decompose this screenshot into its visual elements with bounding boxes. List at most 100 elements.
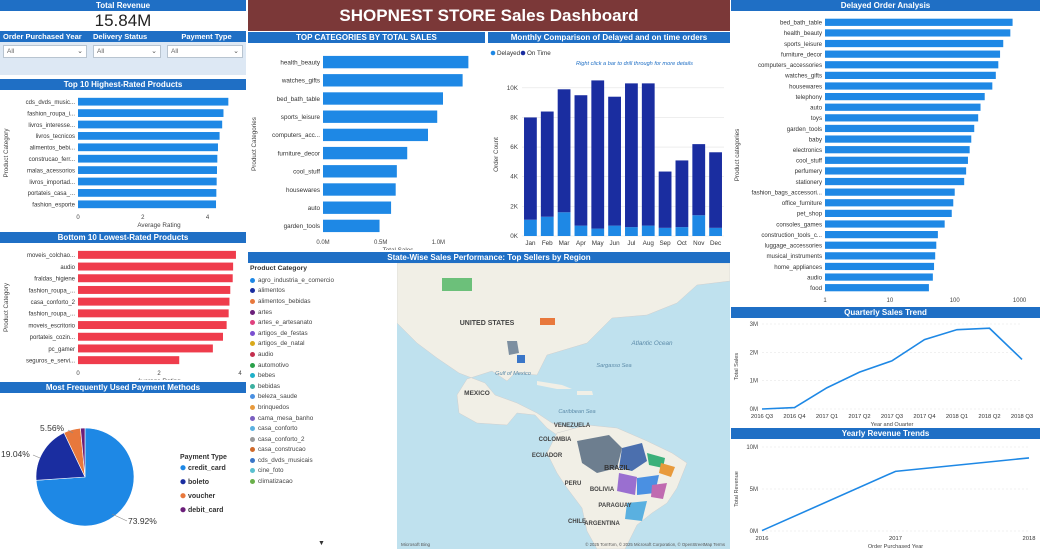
bar (825, 284, 929, 292)
map-label: BOLIVIA (590, 487, 615, 493)
y-tick-label: 2M (750, 350, 758, 356)
category-label: garden_tools (284, 223, 320, 230)
bar (825, 156, 968, 164)
bar-delayed (625, 227, 638, 236)
map-label: ECUADOR (532, 453, 563, 459)
map-legend-item[interactable]: climatizacao (250, 476, 392, 487)
category-label: fashion_esporte (32, 203, 75, 209)
legend-label: alimentos (258, 287, 285, 295)
map-legend-item[interactable]: casa_construcao (250, 445, 392, 456)
delivery-status-select[interactable]: All ⌄ (93, 45, 161, 58)
category-label: furniture_decor (781, 51, 822, 58)
map-legend-item[interactable]: bebidas (250, 381, 392, 392)
legend-label: casa_conforto_2 (258, 435, 305, 443)
bar-delayed (658, 227, 672, 236)
bar (78, 97, 229, 106)
bar (78, 321, 227, 330)
map-legend-item[interactable]: artes_e_artesanato (250, 317, 392, 328)
map-legend-item[interactable]: agro_industria_e_comercio (250, 275, 392, 286)
bar-on-time (608, 96, 621, 226)
bar (78, 356, 180, 365)
state-sales-map-panel: State-Wise Sales Performance: Top Seller… (248, 252, 730, 549)
bar (825, 93, 985, 101)
category-label: fashion_bags_accessori... (752, 189, 823, 196)
legend-dot (250, 362, 255, 368)
select-value: All (171, 48, 179, 55)
bar (78, 132, 220, 140)
quarterly-sales-panel: Quarterly Sales Trend 0M 1M 2M 3M 2016 Q3 201… (731, 307, 1040, 426)
select-value: All (97, 48, 105, 55)
legend-dot (250, 426, 255, 432)
x-tick-label: Mar (559, 240, 570, 247)
legend-label: agro_industria_e_comercio (258, 276, 334, 284)
category-label: audio (807, 274, 823, 281)
monthly-comparison-panel: Monthly Comparison of Delayed and on tim… (488, 32, 730, 250)
map-legend-item[interactable]: cama_mesa_banho (250, 413, 392, 424)
x-tick-label: 2016 Q4 (783, 414, 806, 420)
legend-dot (250, 468, 255, 474)
dashboard-title-banner: SHOPNEST STORE Sales Dashboard (248, 0, 730, 31)
tick-label: 1 (823, 298, 827, 304)
map-legend-item[interactable]: casa_conforto_2 (250, 434, 392, 445)
map-canvas[interactable]: UNITED STATES MEXICO BRAZIL PERU BOLIVIA VENE… (397, 263, 730, 549)
payment-methods-title: Most Frequently Used Payment Methods (0, 382, 246, 393)
legend-dot (250, 479, 255, 485)
legend-label: bebes (258, 372, 276, 380)
bar (825, 61, 999, 69)
x-tick-label: 2016 (756, 536, 769, 542)
map-legend-item[interactable]: beleza_saude (250, 392, 392, 403)
map-legend-item[interactable]: casa_conforto (250, 423, 392, 434)
legend-dot (250, 341, 255, 347)
legend-label: voucher (188, 493, 216, 500)
bar (825, 273, 933, 281)
map-legend-item[interactable]: alimentos (250, 286, 392, 297)
y-tick-label: 0M (750, 529, 758, 535)
bar (825, 241, 937, 249)
top-categories-title: TOP CATEGORIES BY TOTAL SALES (248, 32, 485, 43)
map-legend-item[interactable]: audio (250, 349, 392, 360)
bar (323, 92, 443, 105)
x-axis-label: Total Sales (383, 247, 414, 250)
map-legend-item[interactable]: brinquedos (250, 402, 392, 413)
category-label: watches_gifts (281, 78, 320, 85)
category-label: housewares (789, 83, 822, 90)
bar (825, 188, 955, 196)
bar (78, 309, 229, 318)
legend-scroll-down-icon[interactable]: ▼ (318, 540, 325, 547)
tick-label: 0 (76, 371, 80, 377)
bar (78, 344, 213, 353)
bar (825, 177, 965, 186)
legend-dot (180, 493, 186, 499)
category-label: stationery (796, 179, 823, 186)
category-label: sports_leisure (784, 41, 823, 48)
order-year-select[interactable]: All ⌄ (3, 45, 87, 58)
map-legend-item[interactable]: alimentos_bebidas (250, 296, 392, 307)
map-label: PARAGUAY (598, 503, 631, 509)
map-legend-item[interactable]: cds_dvds_musicais (250, 455, 392, 466)
bar (825, 231, 938, 239)
map-legend-item[interactable]: cine_foto (250, 466, 392, 477)
map-legend-item[interactable]: automotivo (250, 360, 392, 371)
legend-dot (250, 404, 255, 410)
legend-label: beleza_saude (258, 393, 298, 401)
category-label: toys (811, 115, 822, 122)
legend-dot (250, 373, 255, 379)
payment-type-select[interactable]: All ⌄ (167, 45, 243, 58)
bar (825, 103, 981, 111)
pie-data-label: 73.92% (128, 516, 157, 526)
bar (825, 18, 1013, 26)
legend-label: On Time (527, 50, 551, 57)
map-legend-item[interactable]: artigos_de_festas (250, 328, 392, 339)
map-legend-item[interactable]: artigos_de_natal (250, 339, 392, 350)
bar (825, 167, 967, 175)
y-axis-label: Total Sales (734, 353, 740, 381)
y-axis-label: Total Revenue (734, 471, 740, 507)
map-legend-item[interactable]: bebes (250, 370, 392, 381)
category-label: computers_accessories (758, 62, 822, 69)
y-tick-label: 0M (750, 407, 758, 413)
legend-dot (490, 50, 496, 56)
payment-methods-panel: Most Frequently Used Payment Methods 73.… (0, 382, 246, 549)
map-legend-item[interactable]: artes (250, 307, 392, 318)
map-label: UNITED STATES (460, 320, 515, 327)
legend-title: Payment Type (180, 454, 227, 461)
